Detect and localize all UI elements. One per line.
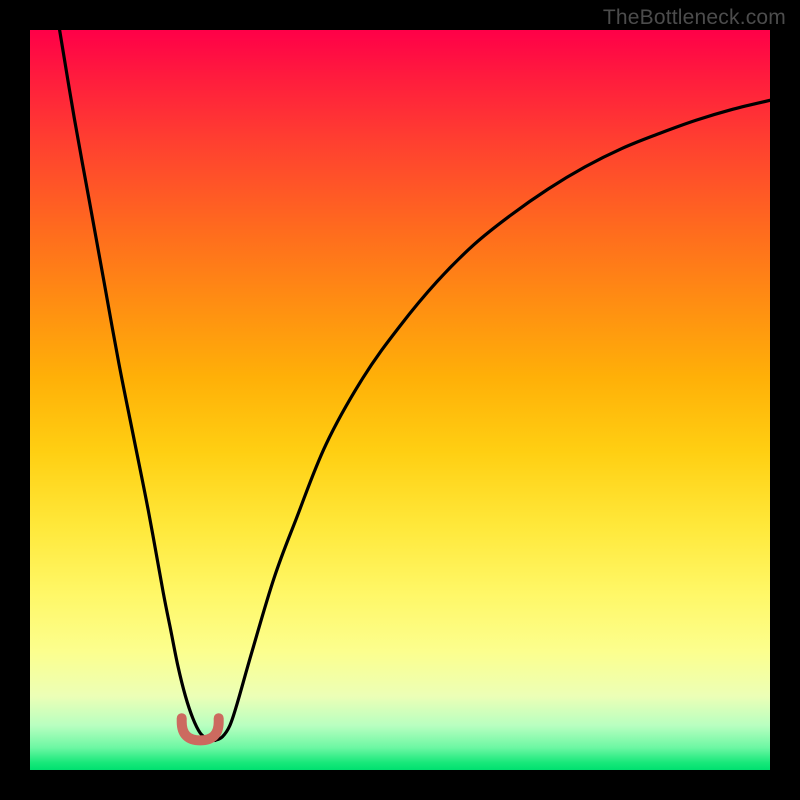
- left-branch-curve: [60, 30, 215, 740]
- outer-frame: TheBottleneck.com: [0, 0, 800, 800]
- curves-group: [60, 30, 770, 740]
- watermark-text: TheBottleneck.com: [603, 6, 786, 30]
- curve-layer: [30, 30, 770, 770]
- minimum-marker: [182, 718, 219, 740]
- right-branch-curve: [215, 100, 770, 740]
- plot-area: [30, 30, 770, 770]
